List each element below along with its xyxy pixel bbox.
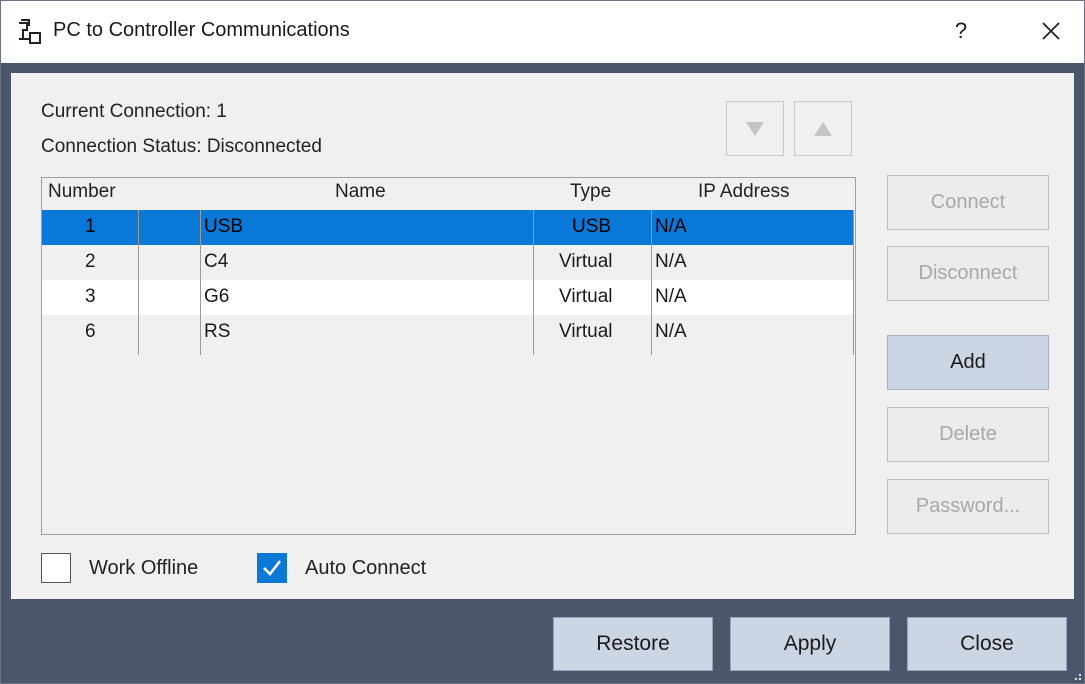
work-offline-checkbox[interactable] [41, 553, 71, 583]
resize-grip-icon[interactable] [1072, 671, 1082, 681]
cell-type: USB [572, 216, 612, 237]
cell-number: 1 [85, 216, 96, 237]
cell-number: 2 [85, 251, 96, 272]
restore-button[interactable]: Restore [553, 617, 713, 671]
cell-name: C4 [204, 251, 229, 272]
add-button[interactable]: Add [887, 335, 1049, 390]
title-bar[interactable]: PC to Controller Communications ? [1, 1, 1084, 63]
column-divider [138, 210, 139, 355]
column-header-name[interactable]: Name [335, 181, 386, 203]
cell-ip: N/A [655, 216, 687, 237]
window-title: PC to Controller Communications [53, 19, 350, 41]
close-icon[interactable] [1021, 11, 1081, 51]
cell-ip: N/A [655, 251, 687, 272]
help-button[interactable]: ? [931, 11, 991, 51]
cell-number: 6 [85, 321, 96, 342]
cell-number: 3 [85, 286, 96, 307]
auto-connect-option[interactable]: Auto Connect [257, 553, 426, 583]
cell-name: G6 [204, 286, 230, 307]
connection-icon [19, 19, 41, 44]
checkmark-icon [263, 560, 282, 576]
auto-connect-checkbox[interactable] [257, 553, 287, 583]
cell-type: Virtual [559, 251, 613, 272]
column-divider [651, 210, 652, 355]
close-button[interactable]: Close [907, 617, 1067, 671]
table-row[interactable]: 6 RS Virtual N/A [42, 315, 854, 350]
cell-name: USB [204, 216, 244, 237]
table-row[interactable]: 3 G6 Virtual N/A [42, 280, 854, 315]
table-header: Number Name Type IP Address [42, 178, 854, 210]
connect-button[interactable]: Connect [887, 175, 1049, 230]
work-offline-option[interactable]: Work Offline [41, 553, 198, 583]
column-divider [853, 210, 854, 355]
column-header-ip-address[interactable]: IP Address [698, 181, 790, 203]
cell-ip: N/A [655, 321, 687, 342]
work-offline-label[interactable]: Work Offline [89, 557, 198, 580]
table-row[interactable]: 2 C4 Virtual N/A [42, 245, 854, 280]
disconnect-button[interactable]: Disconnect [887, 246, 1049, 301]
auto-connect-label[interactable]: Auto Connect [305, 557, 426, 580]
main-panel: Current Connection: 1 Connection Status:… [11, 73, 1074, 599]
current-connection-label: Current Connection: 1 [41, 101, 227, 122]
column-header-number[interactable]: Number [48, 181, 116, 203]
move-down-button[interactable] [726, 101, 784, 156]
move-up-button[interactable] [794, 101, 852, 156]
cell-ip: N/A [655, 286, 687, 307]
delete-button[interactable]: Delete [887, 407, 1049, 462]
column-divider [533, 210, 534, 355]
triangle-up-icon [814, 121, 832, 136]
apply-button[interactable]: Apply [730, 617, 890, 671]
triangle-down-icon [746, 121, 764, 136]
dialog-window: PC to Controller Communications ? Curren… [0, 0, 1085, 684]
connections-table[interactable]: Number Name Type IP Address 1 USB USB N/… [41, 177, 856, 535]
cell-name: RS [204, 321, 231, 342]
password-button[interactable]: Password... [887, 479, 1049, 534]
table-row[interactable]: 1 USB USB N/A [42, 210, 854, 245]
connection-status-label: Connection Status: Disconnected [41, 136, 322, 157]
cell-type: Virtual [559, 321, 613, 342]
column-header-type[interactable]: Type [570, 181, 611, 203]
column-divider [200, 210, 201, 355]
cell-type: Virtual [559, 286, 613, 307]
